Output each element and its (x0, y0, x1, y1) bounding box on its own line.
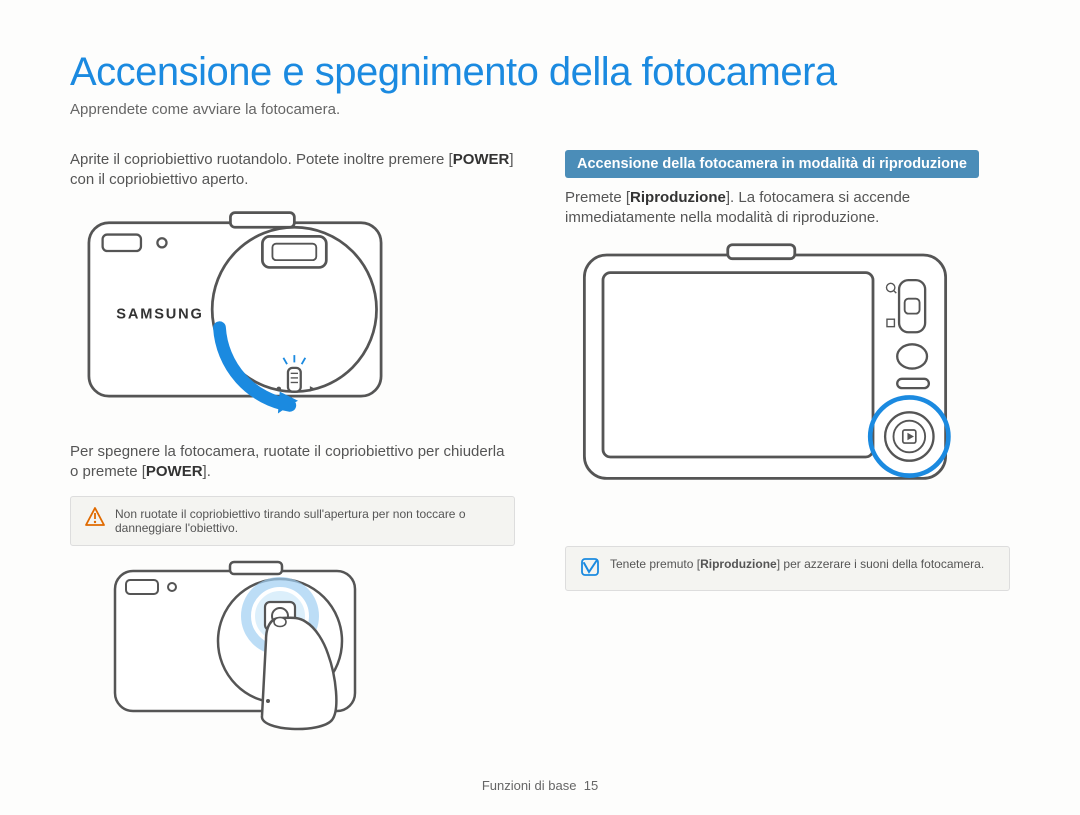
manual-page: Accensione e spegnimento della fotocamer… (0, 0, 1080, 815)
page-title: Accensione e spegnimento della fotocamer… (70, 50, 1010, 95)
playback-mode-heading: Accensione della fotocamera in modalità … (565, 150, 979, 178)
power-label: POWER (453, 151, 510, 168)
close-lens-paragraph: Per spegnere la fotocamera, ruotate il c… (70, 442, 515, 483)
page-footer: Funzioni di base 15 (0, 778, 1080, 793)
text: ]. (203, 463, 211, 480)
tip-text: Tenete premuto [Riproduzione] per azzera… (610, 557, 984, 571)
two-column-layout: Aprite il copriobiettivo ruotandolo. Pot… (70, 150, 1010, 741)
text: Tenete premuto [ (610, 557, 700, 571)
text: ] per azzerare i suoni della fotocamera. (777, 557, 984, 571)
riproduzione-label: Riproduzione (630, 189, 726, 206)
text: Aprite il copriobiettivo ruotandolo. Pot… (70, 151, 453, 168)
right-column: Accensione della fotocamera in modalità … (565, 150, 1010, 741)
warning-icon (85, 507, 105, 530)
text: Per spegnere la fotocamera, ruotate il c… (70, 443, 504, 480)
playback-paragraph: Premete [Riproduzione]. La fotocamera si… (565, 188, 1010, 229)
footer-page-number: 15 (584, 778, 598, 793)
page-subtitle: Apprendete come avviare la fotocamera. (70, 101, 1010, 118)
footer-section: Funzioni di base (482, 778, 577, 793)
text: Premete [ (565, 189, 630, 206)
riproduzione-label: Riproduzione (700, 557, 777, 571)
note-icon (580, 557, 600, 580)
warning-note: Non ruotate il copriobiettivo tirando su… (70, 496, 515, 546)
warning-text: Non ruotate il copriobiettivo tirando su… (115, 507, 500, 535)
power-label: POWER (146, 463, 203, 480)
camera-front-illustration: SAMSUNG (70, 209, 400, 419)
camera-finger-illustration (110, 556, 370, 736)
left-column: Aprite il copriobiettivo ruotandolo. Pot… (70, 150, 515, 741)
open-lens-paragraph: Aprite il copriobiettivo ruotandolo. Pot… (70, 150, 515, 191)
tip-note: Tenete premuto [Riproduzione] per azzera… (565, 546, 1010, 591)
camera-back-illustration (565, 241, 965, 511)
brand-logo: SAMSUNG (116, 306, 203, 322)
